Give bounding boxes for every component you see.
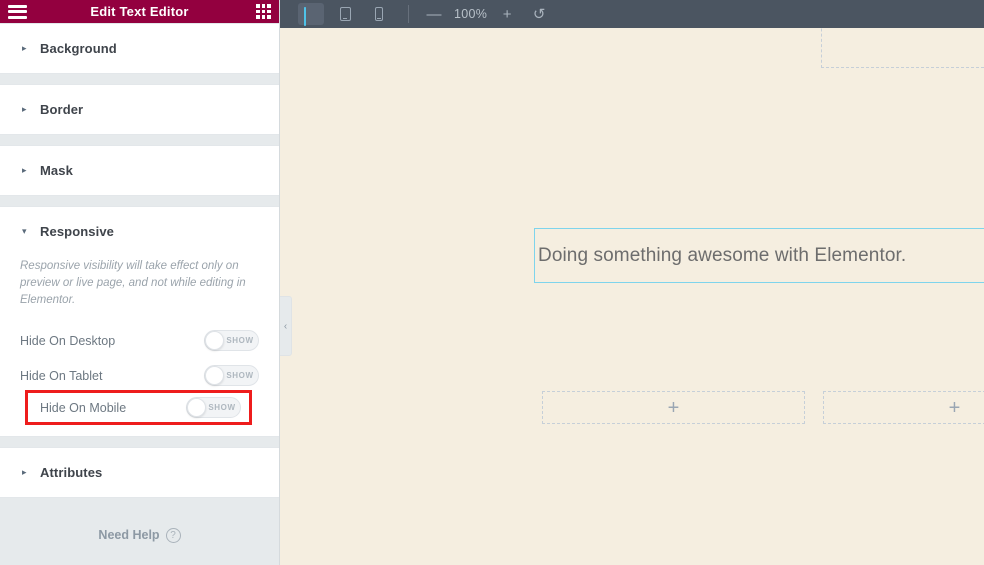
zoom-level-label: 100% xyxy=(454,7,488,21)
text-editor-content: Doing something awesome with Elementor. xyxy=(538,244,907,266)
plus-icon: + xyxy=(667,396,680,419)
section-background: ▸ Background xyxy=(0,23,279,74)
section-border: ▸ Border xyxy=(0,84,279,135)
toggle-knob xyxy=(205,366,224,385)
section-header-mask[interactable]: ▸ Mask xyxy=(0,146,279,195)
toggle-knob xyxy=(187,398,206,417)
toolbar-divider xyxy=(408,5,409,23)
toggle-hide-on-desktop[interactable]: SHOW xyxy=(204,330,259,351)
plus-icon: + xyxy=(948,396,961,419)
desktop-icon xyxy=(303,6,319,26)
zoom-reset-button[interactable]: ↺ xyxy=(528,3,550,25)
settings-panel: Edit Text Editor ▸ Background ▸ Border ▸… xyxy=(0,0,280,565)
zoom-out-button[interactable]: — xyxy=(423,3,445,25)
tablet-icon xyxy=(339,7,351,21)
section-label: Border xyxy=(40,102,84,117)
responsive-content: Responsive visibility will take effect o… xyxy=(0,256,279,436)
section-header-background[interactable]: ▸ Background xyxy=(0,24,279,73)
need-help-label: Need Help xyxy=(98,528,160,542)
drop-zone-right[interactable]: + xyxy=(823,391,984,424)
section-responsive: ▾ Responsive Responsive visibility will … xyxy=(0,206,279,437)
toggle-knob xyxy=(205,331,224,350)
toggle-state-label: SHOW xyxy=(226,371,254,380)
control-hide-on-mobile-highlighted: Hide On Mobile SHOW xyxy=(25,390,252,425)
section-label: Attributes xyxy=(40,465,103,480)
section-header-border[interactable]: ▸ Border xyxy=(0,85,279,134)
chevron-right-icon: ▸ xyxy=(22,43,27,53)
section-label: Responsive xyxy=(40,224,114,239)
section-header-responsive[interactable]: ▾ Responsive xyxy=(0,207,279,256)
chevron-right-icon: ▸ xyxy=(22,467,27,477)
chevron-down-icon: ▾ xyxy=(22,226,27,236)
section-label: Mask xyxy=(40,163,73,178)
panel-title: Edit Text Editor xyxy=(90,4,189,19)
elementor-editor: Edit Text Editor ▸ Background ▸ Border ▸… xyxy=(0,0,984,565)
device-mobile-button[interactable] xyxy=(366,3,392,25)
panel-collapse-handle[interactable]: ‹ xyxy=(280,296,292,356)
section-attributes: ▸ Attributes xyxy=(0,447,279,498)
chevron-right-icon: ▸ xyxy=(22,104,27,114)
device-desktop-button[interactable] xyxy=(298,3,324,26)
chevron-right-icon: ▸ xyxy=(22,165,27,175)
panel-footer: Need Help ? xyxy=(0,505,279,565)
drop-zone-left[interactable]: + xyxy=(542,391,805,424)
apps-grid-icon[interactable] xyxy=(256,4,271,19)
control-label: Hide On Mobile xyxy=(40,400,127,415)
device-tablet-button[interactable] xyxy=(332,3,358,25)
section-label: Background xyxy=(40,41,117,56)
section-drop-placeholder-top[interactable] xyxy=(821,28,984,68)
chevron-left-icon: ‹ xyxy=(283,320,288,332)
panel-body: ▸ Background ▸ Border ▸ Mask ▾ Responsiv… xyxy=(0,23,279,505)
preview-toolbar: — 100% + ↺ xyxy=(280,0,984,28)
mobile-icon xyxy=(375,7,383,21)
control-hide-on-desktop: Hide On Desktop SHOW xyxy=(20,323,259,358)
text-editor-widget[interactable]: Doing something awesome with Elementor. xyxy=(534,228,984,283)
need-help-button[interactable]: Need Help ? xyxy=(98,527,181,543)
toggle-state-label: SHOW xyxy=(208,403,236,412)
question-mark-icon[interactable]: ? xyxy=(165,527,181,543)
preview-area: — 100% + ↺ Doing something awesome with … xyxy=(280,0,984,565)
zoom-in-button[interactable]: + xyxy=(496,3,518,25)
control-label: Hide On Tablet xyxy=(20,368,103,383)
control-label: Hide On Desktop xyxy=(20,333,116,348)
section-header-attributes[interactable]: ▸ Attributes xyxy=(0,448,279,497)
section-mask: ▸ Mask xyxy=(0,145,279,196)
panel-header: Edit Text Editor xyxy=(0,0,279,23)
toggle-hide-on-tablet[interactable]: SHOW xyxy=(204,365,259,386)
toggle-hide-on-mobile[interactable]: SHOW xyxy=(186,397,241,418)
preview-canvas: Doing something awesome with Elementor. … xyxy=(280,28,984,565)
drop-zone-row: + + xyxy=(542,391,984,424)
toggle-state-label: SHOW xyxy=(226,336,254,345)
responsive-note: Responsive visibility will take effect o… xyxy=(20,260,246,306)
hamburger-menu-icon[interactable] xyxy=(8,4,27,19)
control-hide-on-tablet: Hide On Tablet SHOW xyxy=(20,358,259,393)
